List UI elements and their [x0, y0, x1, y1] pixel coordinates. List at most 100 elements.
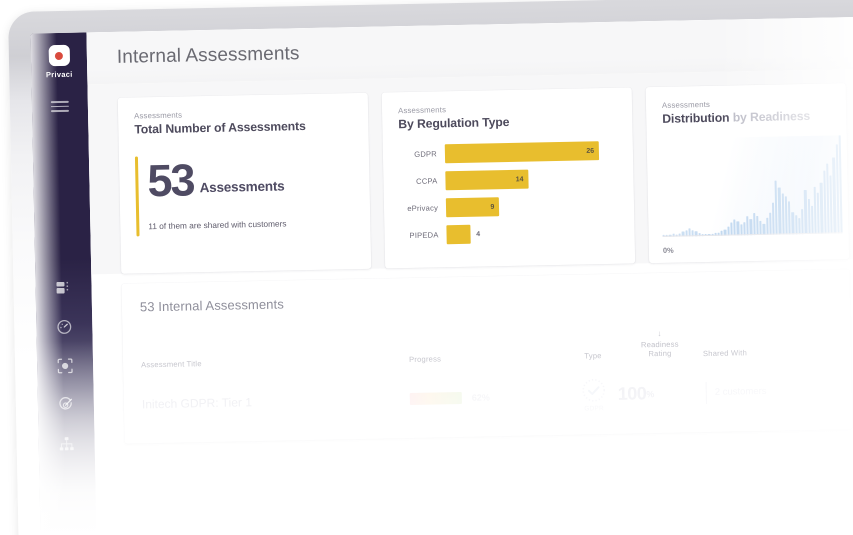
app-screen: Privaci	[30, 17, 853, 535]
cell-shared-with: 2 customers	[704, 379, 834, 404]
type-label: GDPR	[584, 406, 604, 413]
target-arrow-icon	[58, 396, 74, 412]
hamburger-bar	[51, 101, 69, 103]
cell-assessment-title: Initech GDPR: Tier 1	[142, 392, 410, 411]
sidebar-item-data-map[interactable]	[58, 435, 75, 452]
kpi-accent-bar	[135, 156, 139, 236]
sidebar-item-monitoring[interactable]	[56, 318, 73, 335]
card-title-rest: by Readiness	[729, 109, 810, 125]
hamburger-bar	[51, 105, 69, 107]
kpi-subtext: 11 of them are shared with customers	[148, 217, 354, 231]
logo-dot	[55, 51, 63, 59]
histogram-bar	[804, 190, 807, 234]
bar-value-label: 14	[516, 176, 524, 183]
bar-category-label: PIPEDA	[400, 230, 446, 240]
sidebar-item-dashboard[interactable]	[55, 279, 72, 296]
dashboard-icon	[55, 279, 71, 295]
check-badge-icon	[580, 378, 607, 405]
bar-value-label: 26	[586, 147, 594, 154]
card-title: By Regulation Type	[398, 113, 616, 131]
bar-value-label: 9	[490, 203, 494, 210]
bar-fill[interactable]: 9	[446, 197, 500, 217]
card-title-strong: Distribution	[662, 111, 729, 126]
privaci-logo-icon	[48, 45, 69, 66]
gauge-icon	[56, 318, 72, 334]
card-distribution-by-readiness[interactable]: Assessments Distribution by Readiness 0%	[646, 83, 849, 263]
regulation-bar-chart: GDPR 26 CCPA 14 ePrivacy 9 PIPEDA 4	[399, 141, 619, 245]
histogram-bar	[792, 212, 795, 234]
main-content: Internal Assessments Assessments Total N…	[86, 17, 853, 535]
bar-row: ePrivacy 9	[400, 195, 618, 218]
kpi-value: 53	[147, 159, 194, 201]
bar-fill[interactable]: 14	[445, 170, 528, 191]
cell-divider	[706, 382, 707, 404]
progress-bar	[410, 392, 462, 405]
bar-fill[interactable]: 26	[445, 141, 600, 163]
bar-track: 26	[445, 141, 617, 163]
bar-category-label: CCPA	[399, 176, 445, 186]
card-total-assessments[interactable]: Assessments Total Number of Assessments …	[118, 93, 371, 274]
histogram-bar	[798, 218, 801, 234]
column-header-progress[interactable]: Progress	[409, 352, 569, 364]
kpi-block: 53 Assessments	[135, 156, 354, 202]
cell-type: GDPR	[569, 377, 618, 413]
histogram-bar	[733, 220, 736, 236]
card-title: Total Number of Assessments	[134, 118, 352, 136]
bar-row: GDPR 26	[399, 141, 617, 164]
summary-cards: Assessments Total Number of Assessments …	[87, 69, 853, 275]
histogram-bar	[795, 215, 798, 234]
tablet-device: Privaci	[8, 0, 853, 535]
histogram-bar	[807, 199, 810, 234]
hierarchy-icon	[59, 435, 75, 451]
hamburger-menu-icon[interactable]	[51, 101, 69, 112]
shared-with-value: 2 customers	[715, 386, 767, 398]
cell-progress: 62%	[410, 390, 570, 405]
card-by-regulation-type[interactable]: Assessments By Regulation Type GDPR26CCP…	[382, 87, 635, 268]
arrow-down-icon: ↓	[617, 329, 703, 339]
bar-category-label: ePrivacy	[400, 203, 446, 213]
histogram-bar	[746, 216, 749, 235]
assessments-table-panel: 53 Internal Assessments Assessment Title…	[121, 269, 852, 444]
page-title: Internal Assessments	[117, 43, 300, 69]
bar-category-label: GDPR	[399, 149, 445, 159]
sidebar-item-discovery[interactable]	[56, 357, 73, 374]
histogram-bars	[661, 135, 843, 237]
hamburger-bar	[51, 110, 69, 112]
readiness-unit: %	[646, 389, 654, 399]
cell-readiness-rating: 100%	[618, 383, 704, 406]
kpi-unit: Assessments	[199, 179, 284, 196]
sidebar-item-assessments[interactable]	[57, 396, 74, 413]
histogram-bar	[753, 213, 756, 235]
progress-value: 62%	[472, 392, 490, 402]
screenshot-stage: Privaci	[0, 0, 853, 535]
column-header-shared-with[interactable]: Shared With	[703, 346, 833, 358]
bar-track: 4	[446, 222, 618, 244]
brand-name: Privaci	[46, 70, 73, 80]
bar-value-label: 4	[476, 231, 480, 238]
column-header-assessment-title[interactable]: Assessment Title	[141, 355, 409, 369]
histogram-bar	[788, 201, 791, 234]
card-title: Distribution by Readiness	[662, 109, 830, 126]
histogram-bar	[737, 221, 740, 235]
readiness-label-line2: Rating	[648, 349, 671, 358]
bar-row: PIPEDA 4	[400, 222, 618, 245]
histogram-bar	[766, 217, 769, 234]
histogram-bar	[759, 221, 762, 235]
histogram-zero-tick: 0%	[663, 246, 674, 255]
histogram-bar	[750, 219, 753, 235]
table-heading: 53 Internal Assessments	[140, 286, 832, 315]
bar-track: 9	[446, 195, 618, 217]
scan-target-icon	[57, 357, 73, 373]
bar-fill[interactable]	[446, 225, 470, 244]
histogram-bar	[756, 216, 759, 235]
readiness-label-line1: Readiness	[641, 340, 679, 350]
bar-row: CCPA 14	[399, 168, 617, 191]
histogram-bar	[769, 213, 772, 235]
column-header-type[interactable]: Type	[569, 351, 617, 361]
readiness-value: 100	[618, 384, 647, 406]
bar-track: 14	[445, 168, 617, 190]
device-screen-area: Privaci	[30, 17, 853, 535]
column-header-readiness-rating[interactable]: ↓ Readiness Rating	[617, 329, 704, 360]
readiness-histogram	[661, 135, 843, 237]
brand-logo[interactable]: Privaci	[31, 44, 88, 79]
